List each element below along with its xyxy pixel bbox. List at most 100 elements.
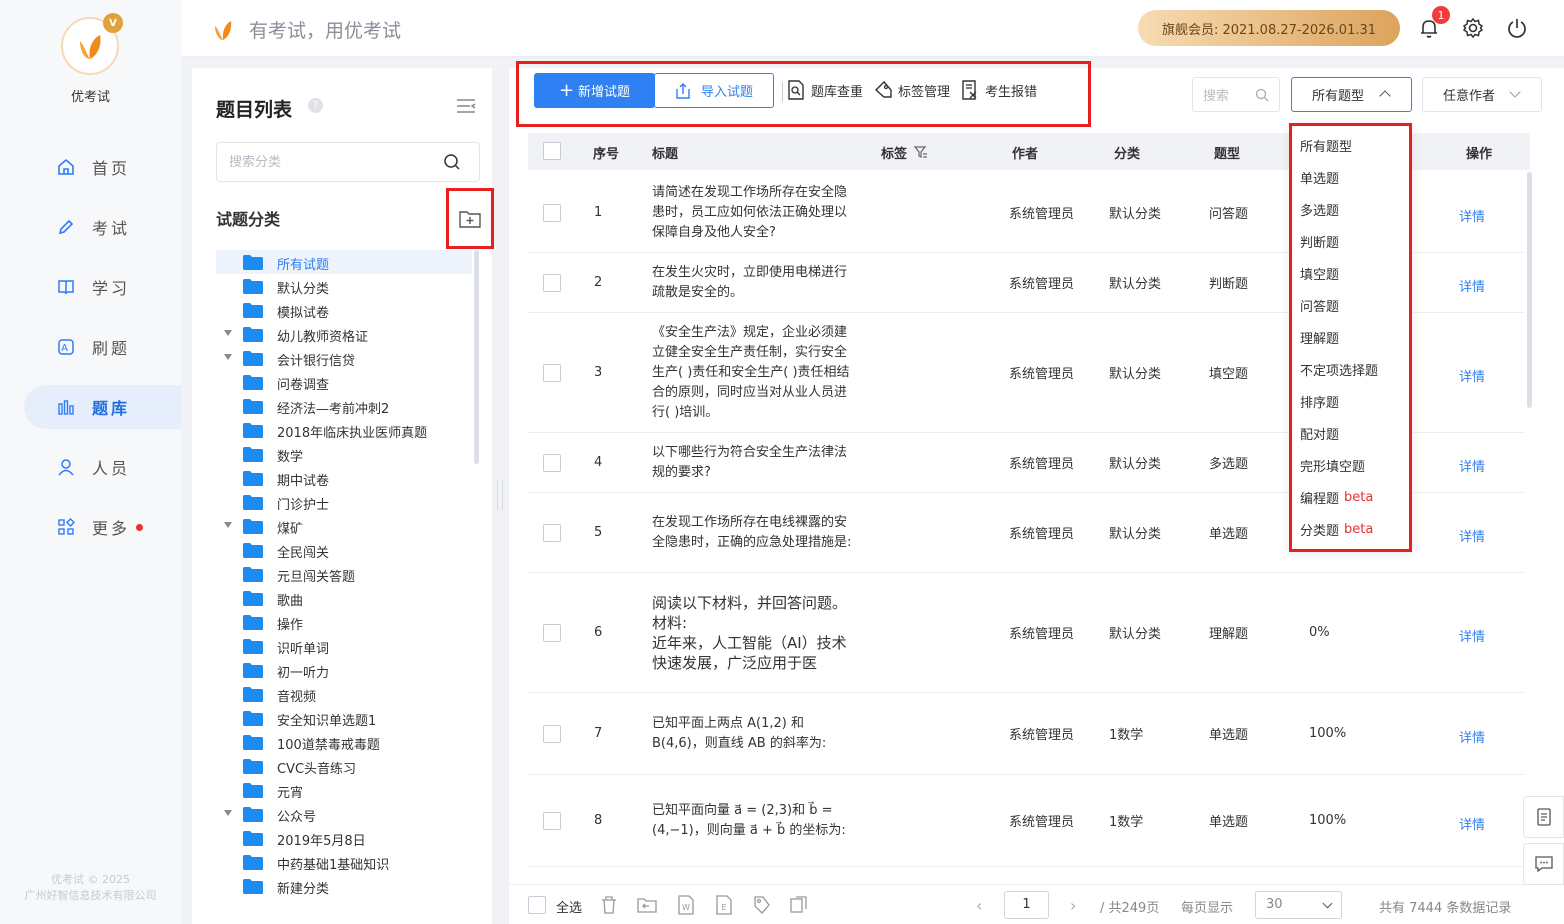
row-detail-link[interactable]: 详情: [1459, 493, 1485, 572]
floating-chat-button[interactable]: [1523, 843, 1564, 885]
report-error-button[interactable]: 考生报错: [961, 79, 1037, 101]
tree-item[interactable]: 期中试卷: [216, 466, 472, 490]
tree-item[interactable]: 模拟试卷: [216, 298, 472, 322]
row-title[interactable]: 已知平面上两点 A(1,2) 和 B(4,6)，则直线 AB 的斜率为:: [652, 714, 857, 754]
collapse-menu-icon[interactable]: [456, 98, 476, 114]
dropdown-option[interactable]: 多选题: [1292, 193, 1409, 225]
table-row[interactable]: 8 已知平面向量 a⃗ = (2,3)和 b⃗ = (4,−1)，则向量 a⃗ +…: [528, 775, 1524, 867]
table-row[interactable]: 7 已知平面上两点 A(1,2) 和 B(4,6)，则直线 AB 的斜率为: 系统管…: [528, 693, 1524, 775]
tree-item[interactable]: 数学: [216, 442, 472, 466]
caret-down-icon[interactable]: [224, 354, 232, 360]
dropdown-option[interactable]: 不定项选择题: [1292, 353, 1409, 385]
next-page-button[interactable]: ›: [1070, 896, 1076, 915]
nav-item-practice[interactable]: A 刷题: [24, 325, 181, 369]
trash-icon[interactable]: [599, 895, 619, 915]
dropdown-option[interactable]: 分类题 beta: [1292, 513, 1409, 545]
row-checkbox[interactable]: [543, 273, 561, 292]
power-icon[interactable]: [1506, 17, 1528, 39]
word-export-icon[interactable]: W: [676, 895, 696, 915]
row-checkbox[interactable]: [543, 523, 561, 542]
tree-item[interactable]: 2019年5月8日: [216, 826, 472, 850]
row-title[interactable]: 阅读以下材料，并回答问题。 材料: 近年来，人工智能（AI）技术快速发展，广泛应…: [652, 593, 857, 673]
row-detail-link[interactable]: 详情: [1459, 313, 1485, 432]
row-detail-link[interactable]: 详情: [1459, 573, 1485, 692]
panel-resize-handle[interactable]: [497, 480, 503, 510]
tree-item[interactable]: 音视频: [216, 682, 472, 706]
tree-item[interactable]: 门诊护士: [216, 490, 472, 514]
caret-down-icon[interactable]: [224, 330, 232, 336]
dropdown-option[interactable]: 单选题: [1292, 161, 1409, 193]
tree-item[interactable]: 幼儿教师资格证: [216, 322, 472, 346]
tree-item[interactable]: 经济法—考前冲刺2: [216, 394, 472, 418]
category-search-input[interactable]: [217, 143, 427, 181]
nav-item-question-bank[interactable]: 题库: [24, 385, 181, 429]
tree-item[interactable]: 操作: [216, 610, 472, 634]
excel-export-icon[interactable]: E: [714, 895, 734, 915]
tree-item[interactable]: 初一听力: [216, 658, 472, 682]
row-checkbox[interactable]: [543, 724, 561, 743]
dropdown-option[interactable]: 理解题: [1292, 321, 1409, 353]
move-folder-icon[interactable]: [637, 895, 657, 915]
row-checkbox[interactable]: [543, 811, 561, 830]
caret-down-icon[interactable]: [224, 522, 232, 528]
dedupe-button[interactable]: 题库查重: [787, 79, 863, 101]
dropdown-option[interactable]: 编程题 beta: [1292, 481, 1409, 513]
floating-doc-button[interactable]: [1523, 796, 1564, 838]
dropdown-option[interactable]: 配对题: [1292, 417, 1409, 449]
add-category-button[interactable]: [446, 188, 494, 249]
nav-item-study[interactable]: 学习: [24, 265, 181, 309]
gear-icon[interactable]: [1462, 17, 1484, 39]
row-detail-link[interactable]: 详情: [1459, 693, 1485, 774]
search-icon[interactable]: [443, 153, 461, 171]
row-title[interactable]: 以下哪些行为符合安全生产法律法规的要求?: [652, 443, 857, 483]
vip-membership-badge[interactable]: 旗舰会员: 2021.08.27-2026.01.31: [1138, 10, 1400, 46]
dropdown-option[interactable]: 问答题: [1292, 289, 1409, 321]
tree-item[interactable]: 新建分类: [216, 874, 472, 898]
import-question-button[interactable]: 导入试题: [654, 73, 774, 108]
table-row[interactable]: 6 阅读以下材料，并回答问题。 材料: 近年来，人工智能（AI）技术快速发展，广泛…: [528, 573, 1524, 693]
nav-item-more[interactable]: 更多: [24, 505, 181, 549]
help-icon[interactable]: ?: [308, 98, 323, 113]
row-checkbox[interactable]: [543, 363, 561, 382]
row-checkbox[interactable]: [543, 623, 561, 642]
page-number-input[interactable]: 1: [1004, 891, 1049, 919]
nav-item-home[interactable]: 首页: [24, 145, 181, 189]
author-select[interactable]: 任意作者: [1422, 77, 1542, 112]
dropdown-option[interactable]: 填空题: [1292, 257, 1409, 289]
select-all-label[interactable]: 全选: [556, 897, 582, 916]
nav-item-users[interactable]: 人员: [24, 445, 181, 489]
tree-item[interactable]: 元旦闯关答题: [216, 562, 472, 586]
tree-item[interactable]: 所有试题: [216, 250, 472, 274]
select-all-checkbox[interactable]: [528, 896, 546, 914]
category-scrollbar[interactable]: [474, 250, 479, 464]
nav-item-exam[interactable]: 考试: [24, 205, 181, 249]
row-title[interactable]: 请简述在发现工作场所存在安全隐患时，员工应如何依法正确处理以保障自身及他人安全?: [652, 183, 857, 243]
tree-item[interactable]: 全民闯关: [216, 538, 472, 562]
tag-management-button[interactable]: 标签管理: [874, 79, 950, 101]
tree-item[interactable]: 中药基础1基础知识: [216, 850, 472, 874]
dropdown-option[interactable]: 判断题: [1292, 225, 1409, 257]
tree-item[interactable]: 歌曲: [216, 586, 472, 610]
dropdown-option[interactable]: 排序题: [1292, 385, 1409, 417]
row-title[interactable]: 已知平面向量 a⃗ = (2,3)和 b⃗ = (4,−1)，则向量 a⃗ + …: [652, 801, 857, 841]
tree-item[interactable]: 煤矿: [216, 514, 472, 538]
tree-item[interactable]: 会计银行信贷: [216, 346, 472, 370]
row-detail-link[interactable]: 详情: [1459, 433, 1485, 492]
search-icon[interactable]: [1255, 88, 1269, 102]
caret-down-icon[interactable]: [224, 810, 232, 816]
prev-page-button[interactable]: ‹: [976, 896, 982, 915]
row-detail-link[interactable]: 详情: [1459, 173, 1485, 252]
copy-icon[interactable]: [789, 895, 809, 915]
tree-item[interactable]: 元宵: [216, 778, 472, 802]
tree-item[interactable]: 100道禁毒戒毒题: [216, 730, 472, 754]
app-logo[interactable]: V: [61, 13, 123, 75]
dropdown-option[interactable]: 所有题型: [1292, 129, 1409, 161]
row-checkbox[interactable]: [543, 453, 561, 472]
row-title[interactable]: 在发现工作场所存在电线裸露的安全隐患时，正确的应急处理措施是:: [652, 513, 857, 553]
row-checkbox[interactable]: [543, 203, 561, 222]
tree-item[interactable]: 默认分类: [216, 274, 472, 298]
dropdown-option[interactable]: 完形填空题: [1292, 449, 1409, 481]
add-question-button[interactable]: + 新增试题: [534, 73, 655, 108]
row-detail-link[interactable]: 详情: [1459, 253, 1485, 312]
row-title[interactable]: 在发生火灾时，立即使用电梯进行疏散是安全的。: [652, 263, 857, 303]
